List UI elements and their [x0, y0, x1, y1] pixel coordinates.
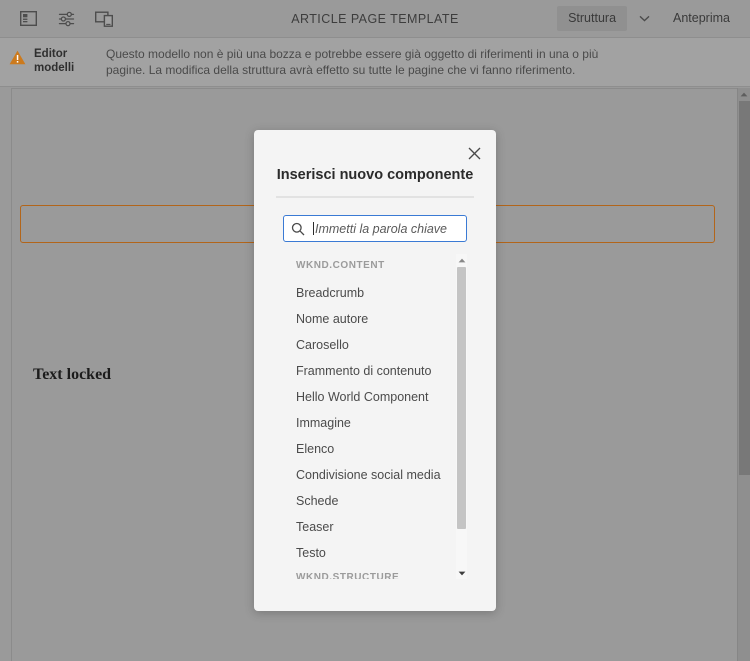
list-item[interactable]: Immagine	[296, 410, 467, 436]
text-caret	[313, 222, 314, 235]
list-item[interactable]: Elenco	[296, 436, 467, 462]
component-list-scrollbar-thumb[interactable]	[457, 267, 466, 529]
list-item[interactable]: Testo	[296, 540, 467, 566]
caret-up-icon[interactable]	[456, 254, 467, 266]
toolbar-icon-group	[0, 6, 118, 32]
template-warning-banner: Editor modelli Questo modello non è più …	[0, 38, 750, 87]
component-list-inner: WKND.CONTENT Breadcrumb Nome autore Caro…	[254, 254, 467, 579]
component-list-scrollbar[interactable]	[456, 254, 467, 579]
dialog-title: Inserisci nuovo componente	[276, 167, 474, 183]
list-item[interactable]: Hello World Component	[296, 384, 467, 410]
banner-message: Questo modello non è più una bozza e pot…	[106, 47, 599, 77]
responsive-layout-icon[interactable]	[90, 6, 118, 32]
list-item[interactable]: Carosello	[296, 332, 467, 358]
caret-down-icon[interactable]	[456, 567, 467, 579]
dialog-divider	[276, 196, 474, 198]
page-properties-icon[interactable]	[52, 6, 80, 32]
template-editor-screen: ARTICLE PAGE TEMPLATE Struttura Anteprim…	[0, 0, 750, 661]
top-toolbar: ARTICLE PAGE TEMPLATE Struttura Anteprim…	[0, 0, 750, 38]
mode-selector-structure[interactable]: Struttura	[557, 6, 628, 31]
group-header-wknd-content: WKND.CONTENT	[296, 260, 385, 271]
search-input[interactable]: Immetti la parola chiave	[283, 215, 467, 242]
page-scrollbar-thumb[interactable]	[739, 101, 750, 475]
page-scrollbar[interactable]	[737, 88, 750, 661]
insert-component-dialog: Inserisci nuovo componente Immetti la pa…	[254, 130, 496, 611]
list-item[interactable]: Schede	[296, 488, 467, 514]
list-item[interactable]: Frammento di contenuto	[296, 358, 467, 384]
search-icon	[291, 222, 305, 236]
caret-up-icon[interactable]	[738, 88, 750, 101]
list-item[interactable]: Nome autore	[296, 306, 467, 332]
list-item[interactable]: Teaser	[296, 514, 467, 540]
close-icon[interactable]	[463, 142, 485, 164]
group-header-wknd-structure: WKND.STRUCTURE	[296, 572, 400, 579]
list-item[interactable]: Condivisione social media	[296, 462, 467, 488]
toolbar-actions: Struttura Anteprima	[557, 6, 742, 32]
banner-label: Editor modelli	[34, 48, 75, 74]
warning-triangle-icon	[0, 45, 34, 65]
chevron-down-icon[interactable]	[629, 6, 659, 32]
preview-button[interactable]: Anteprima	[661, 6, 742, 31]
side-panel-toggle-icon[interactable]	[14, 6, 42, 32]
list-item[interactable]: Breadcrumb	[296, 280, 467, 306]
text-locked-label: Text locked	[33, 366, 112, 383]
search-placeholder: Immetti la parola chiave	[315, 221, 448, 236]
